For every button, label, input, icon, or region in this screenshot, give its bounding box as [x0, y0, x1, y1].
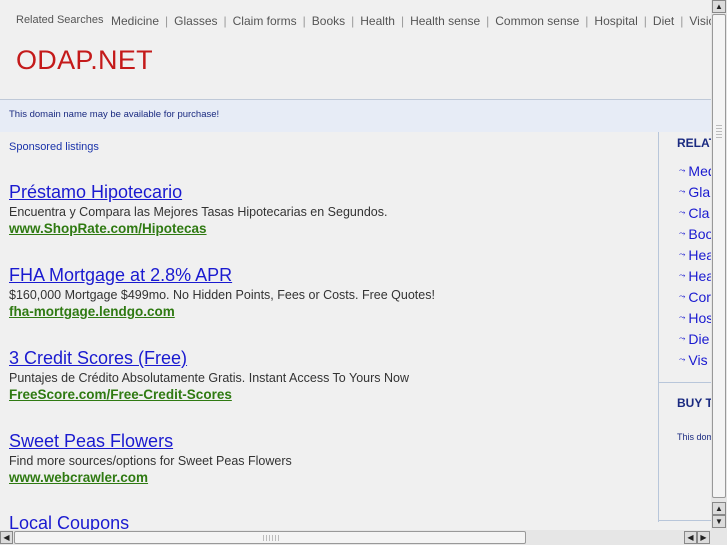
separator: |: [680, 14, 684, 28]
listing-description: $160,000 Mortgage $499mo. No Hidden Poin…: [9, 288, 435, 302]
sidebar-item-label: Die: [688, 331, 710, 347]
separator: |: [585, 14, 589, 28]
sidebar-item-label: Vis: [688, 352, 708, 368]
listing-url-link[interactable]: www.ShopRate.com/Hipotecas: [9, 221, 649, 237]
sidebar-item-label: Cor: [688, 289, 711, 305]
site-logo[interactable]: ODAP.NET: [16, 45, 153, 76]
sidebar-item-label: Hea: [688, 268, 712, 284]
listing: 3 Credit Scores (Free) Puntajes de Crédi…: [9, 347, 649, 403]
separator: |: [302, 14, 306, 28]
listing-description: Encuentra y Compara las Mejores Tasas Hi…: [9, 205, 388, 219]
sidebar-item[interactable]: ⤳ Hea: [679, 247, 712, 263]
sidebar-item-label: Hea: [688, 247, 712, 263]
listing-description: Find more sources/options for Sweet Peas…: [9, 454, 292, 468]
horizontal-scrollbar[interactable]: ◀ ◀ ▶: [0, 530, 711, 545]
bullet-icon: ⤳: [679, 187, 686, 196]
bullet-icon: ⤳: [679, 208, 686, 217]
related-link-vision[interactable]: Vision: [689, 14, 711, 28]
buy-text: This dom: [677, 432, 712, 442]
bullet-icon: ⤳: [679, 334, 686, 343]
related-link-health-sense[interactable]: Health sense: [410, 14, 480, 28]
buy-heading: BUY T: [677, 396, 712, 410]
separator: |: [165, 14, 169, 28]
sidebar-item[interactable]: ⤳ Hos: [679, 310, 712, 326]
related-link-common-sense[interactable]: Common sense: [495, 14, 579, 28]
related-link-diet[interactable]: Diet: [653, 14, 674, 28]
listing-title-link[interactable]: Préstamo Hipotecario: [9, 181, 649, 203]
listing-title-link[interactable]: 3 Credit Scores (Free): [9, 347, 649, 369]
sidebar-item[interactable]: ⤳ Gla: [679, 184, 710, 200]
scroll-down-arrow-icon[interactable]: ▼: [712, 515, 726, 528]
listing-description: Puntajes de Crédito Absolutamente Gratis…: [9, 371, 409, 385]
sidebar-heading: RELAT: [677, 136, 712, 150]
related-link-medicine[interactable]: Medicine: [111, 14, 159, 28]
related-searches-bar: Related Searches Medicine | Glasses | Claim …: [0, 0, 711, 44]
related-searches-label: Related Searches: [16, 14, 104, 26]
scroll-right-arrow-icon[interactable]: ▶: [697, 531, 710, 544]
bullet-icon: ⤳: [679, 313, 686, 322]
sidebar-item[interactable]: ⤳ Die: [679, 331, 709, 347]
listing: FHA Mortgage at 2.8% APR $160,000 Mortga…: [9, 264, 649, 320]
sidebar-item[interactable]: ⤳ Cla: [679, 205, 709, 221]
availability-text[interactable]: This domain name may be available for pu…: [9, 109, 219, 120]
bullet-icon: ⤳: [679, 271, 686, 280]
scroll-up-arrow-icon[interactable]: ▲: [712, 502, 726, 515]
scroll-up-arrow-icon[interactable]: ▲: [712, 0, 726, 13]
related-link-hospital[interactable]: Hospital: [594, 14, 637, 28]
listing: Préstamo Hipotecario Encuentra y Compara…: [9, 181, 649, 237]
vertical-scroll-thumb[interactable]: [712, 14, 726, 498]
sidebar-item-label: Gla: [688, 184, 711, 200]
separator: |: [351, 14, 355, 28]
listing-url-link[interactable]: www.webcrawler.com: [9, 470, 649, 486]
related-link-books[interactable]: Books: [312, 14, 345, 28]
sidebar-item-label: Med: [688, 163, 712, 179]
sidebar-item[interactable]: ⤳ Vis: [679, 352, 708, 368]
related-link-health[interactable]: Health: [360, 14, 395, 28]
bullet-icon: ⤳: [679, 229, 686, 238]
related-link-claim-forms[interactable]: Claim forms: [233, 14, 297, 28]
grip-icon: [263, 535, 279, 541]
sidebar-item[interactable]: ⤳ Boo: [679, 226, 712, 242]
sidebar-item[interactable]: ⤳ Cor: [679, 289, 711, 305]
listing-title-link[interactable]: FHA Mortgage at 2.8% APR: [9, 264, 649, 286]
horizontal-scroll-thumb[interactable]: [14, 531, 526, 544]
sidebar-item-label: Boo: [688, 226, 712, 242]
separator: |: [486, 14, 490, 28]
related-searches-links: Medicine | Glasses | Claim forms | Books | Healt…: [111, 14, 711, 28]
sidebar-item-label: Hos: [688, 310, 712, 326]
bullet-icon: ⤳: [679, 292, 686, 301]
bullet-icon: ⤳: [679, 166, 686, 175]
sponsored-listings-link[interactable]: Sponsored listings: [9, 141, 99, 153]
related-sidebar: RELAT ⤳Med ⤳Gla ⤳Cla ⤳Boo ⤳Hea ⤳Hea ⤳Cor…: [658, 132, 712, 522]
sidebar-item[interactable]: ⤳Med: [679, 163, 712, 179]
listing-url-link[interactable]: FreeScore.com/Free-Credit-Scores: [9, 387, 649, 403]
bullet-icon: ⤳: [679, 250, 686, 259]
sidebar-divider: [659, 520, 712, 521]
related-link-glasses[interactable]: Glasses: [174, 14, 217, 28]
scroll-left-arrow-icon[interactable]: ◀: [0, 531, 13, 544]
grip-icon: [716, 125, 722, 139]
bullet-icon: ⤳: [679, 355, 686, 364]
sidebar-divider: [659, 382, 712, 383]
separator: |: [400, 14, 405, 28]
separator: |: [643, 14, 647, 28]
scroll-left-arrow-icon[interactable]: ◀: [684, 531, 697, 544]
listing-url-link[interactable]: fha-mortgage.lendgo.com: [9, 304, 649, 320]
scrollbar-corner: [711, 530, 727, 545]
sidebar-item-label: Cla: [688, 205, 710, 221]
sidebar-item[interactable]: ⤳ Hea: [679, 268, 712, 284]
listing: Sweet Peas Flowers Find more sources/opt…: [9, 430, 649, 486]
availability-banner: This domain name may be available for pu…: [0, 100, 711, 132]
vertical-scrollbar[interactable]: ▲ ▲ ▼: [711, 0, 727, 545]
separator: |: [223, 14, 227, 28]
listing-title-link[interactable]: Sweet Peas Flowers: [9, 430, 649, 452]
